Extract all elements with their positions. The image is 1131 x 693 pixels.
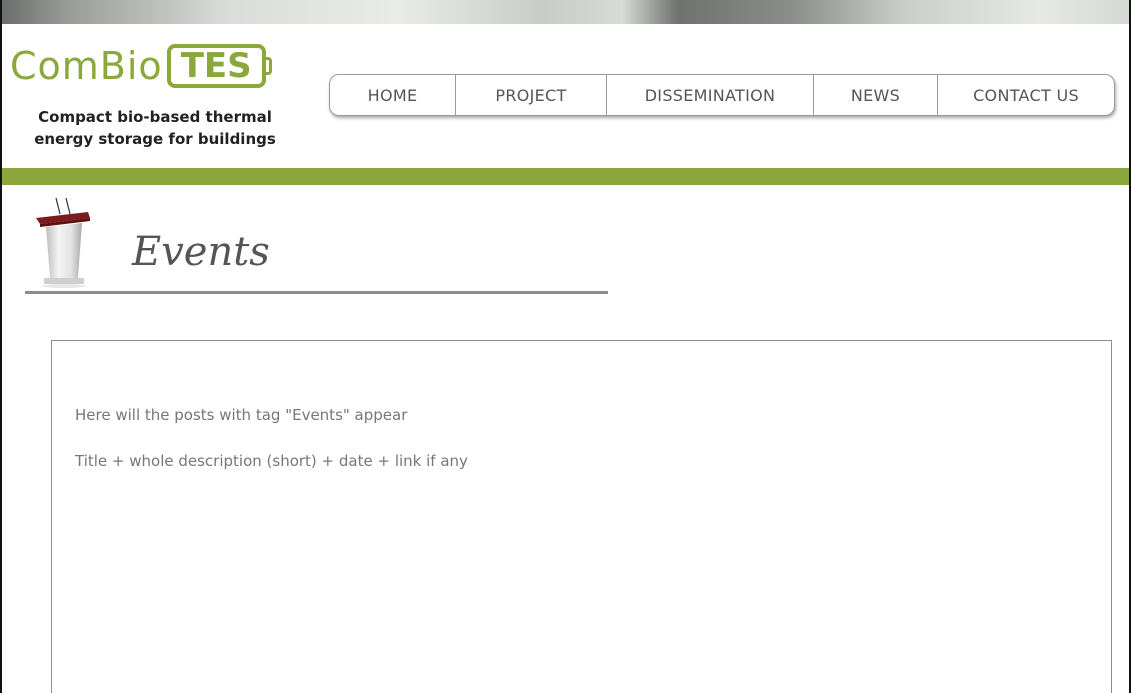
nav-item-dissemination[interactable]: DISSEMINATION <box>607 75 814 115</box>
header-banner-image <box>2 0 1129 24</box>
battery-tip-icon <box>265 57 272 75</box>
nav-item-news[interactable]: NEWS <box>814 75 938 115</box>
events-content-box: Here will the posts with tag "Events" ap… <box>51 340 1112 693</box>
placeholder-text-1: Here will the posts with tag "Events" ap… <box>75 406 408 424</box>
green-divider-bar <box>2 168 1129 185</box>
nav-item-contact-us[interactable]: CONTACT US <box>938 75 1114 115</box>
site-logo[interactable]: ComBio TES <box>10 40 272 92</box>
main-navigation: HOME PROJECT DISSEMINATION NEWS CONTACT … <box>329 74 1115 116</box>
logo-prefix: ComBio <box>10 44 163 88</box>
title-underline <box>25 291 608 294</box>
podium-icon <box>36 197 90 288</box>
frame-left-border <box>0 0 2 693</box>
page: ComBio TES Compact bio-based thermal ene… <box>0 0 1131 693</box>
nav-item-project[interactable]: PROJECT <box>456 75 607 115</box>
site-tagline: Compact bio-based thermal energy storage… <box>34 108 276 148</box>
page-title: Events <box>132 229 270 275</box>
nav-item-home[interactable]: HOME <box>330 75 456 115</box>
placeholder-text-2: Title + whole description (short) + date… <box>75 452 468 470</box>
logo-suffix-battery: TES <box>166 44 266 88</box>
